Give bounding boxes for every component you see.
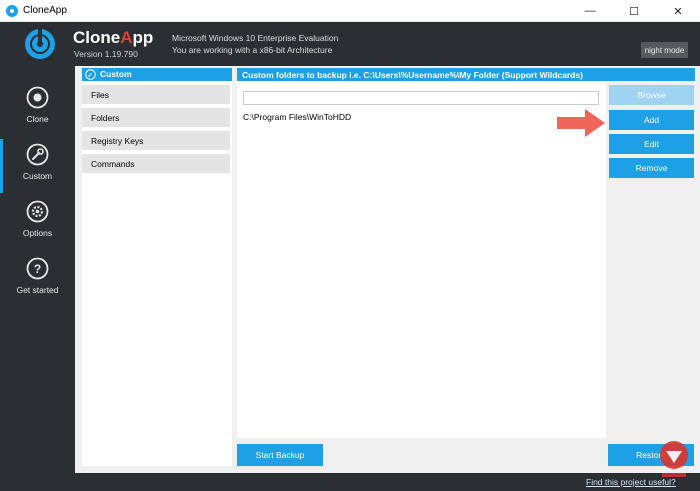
maximize-icon: ☐ (629, 5, 639, 18)
sidebar-item-label: Custom (22, 171, 53, 181)
arch-info: You are working with a x86-bit Architect… (172, 45, 333, 55)
add-button[interactable]: Add (609, 110, 694, 130)
menu-item-files[interactable]: Files (82, 85, 230, 104)
app-header: CloneApp Version 1.19.790 Microsoft Wind… (0, 22, 700, 66)
menu-item-registry-keys[interactable]: Registry Keys (82, 131, 230, 150)
folder-path-input[interactable] (243, 91, 599, 105)
folders-panel-header: Custom folders to backup i.e. C:\Users\%… (237, 68, 695, 81)
minimize-icon: — (584, 5, 596, 17)
title-bar: CloneApp — ☐ ✕ (0, 0, 700, 22)
browse-button[interactable]: Browse (609, 85, 694, 105)
app-name: CloneApp (73, 28, 154, 47)
watermark-logo-icon (660, 441, 688, 477)
os-info: Microsoft Windows 10 Enterprise Evaluati… (172, 33, 339, 43)
sidebar-item-clone[interactable]: Clone (0, 82, 75, 136)
version-label: Version 1.19.790 (74, 49, 138, 59)
minimize-button[interactable]: — (568, 0, 612, 22)
sidebar-item-label: Get started (16, 285, 59, 295)
custom-panel-title: Custom (100, 69, 132, 79)
close-icon: ✕ (673, 5, 683, 18)
start-backup-button[interactable]: Start Backup (237, 444, 323, 466)
remove-button[interactable]: Remove (609, 158, 694, 178)
sidebar-item-label: Clone (26, 114, 49, 124)
custom-panel-header: Custom (82, 68, 232, 81)
edit-button[interactable]: Edit (609, 134, 694, 154)
window-title: CloneApp (23, 5, 67, 16)
sidebar-item-options[interactable]: Options (0, 196, 75, 250)
svg-text:?: ? (34, 262, 41, 276)
cloneapp-icon (6, 5, 18, 17)
sidebar-item-get-started[interactable]: ? Get started (0, 253, 75, 307)
status-bar: Find this project useful? (75, 473, 700, 491)
close-button[interactable]: ✕ (656, 0, 700, 22)
wrench-icon (26, 143, 49, 166)
sidebar-item-label: Options (22, 228, 53, 238)
list-item[interactable]: C:\Program Files\WinToHDD (243, 112, 351, 122)
sidebar-item-custom[interactable]: Custom (0, 139, 75, 193)
folders-list (237, 81, 606, 438)
question-icon: ? (26, 257, 49, 280)
disc-icon (26, 86, 49, 109)
maximize-button[interactable]: ☐ (612, 0, 656, 22)
menu-item-commands[interactable]: Commands (82, 154, 230, 173)
pointer-arrow-icon (557, 109, 605, 137)
menu-item-folders[interactable]: Folders (82, 108, 230, 127)
wrench-icon (85, 69, 96, 80)
cloneapp-logo-icon (25, 28, 55, 59)
night-mode-button[interactable]: night mode (641, 42, 688, 58)
gear-icon (26, 200, 49, 223)
sidebar: Clone Custom Options ? Get started (0, 66, 75, 491)
